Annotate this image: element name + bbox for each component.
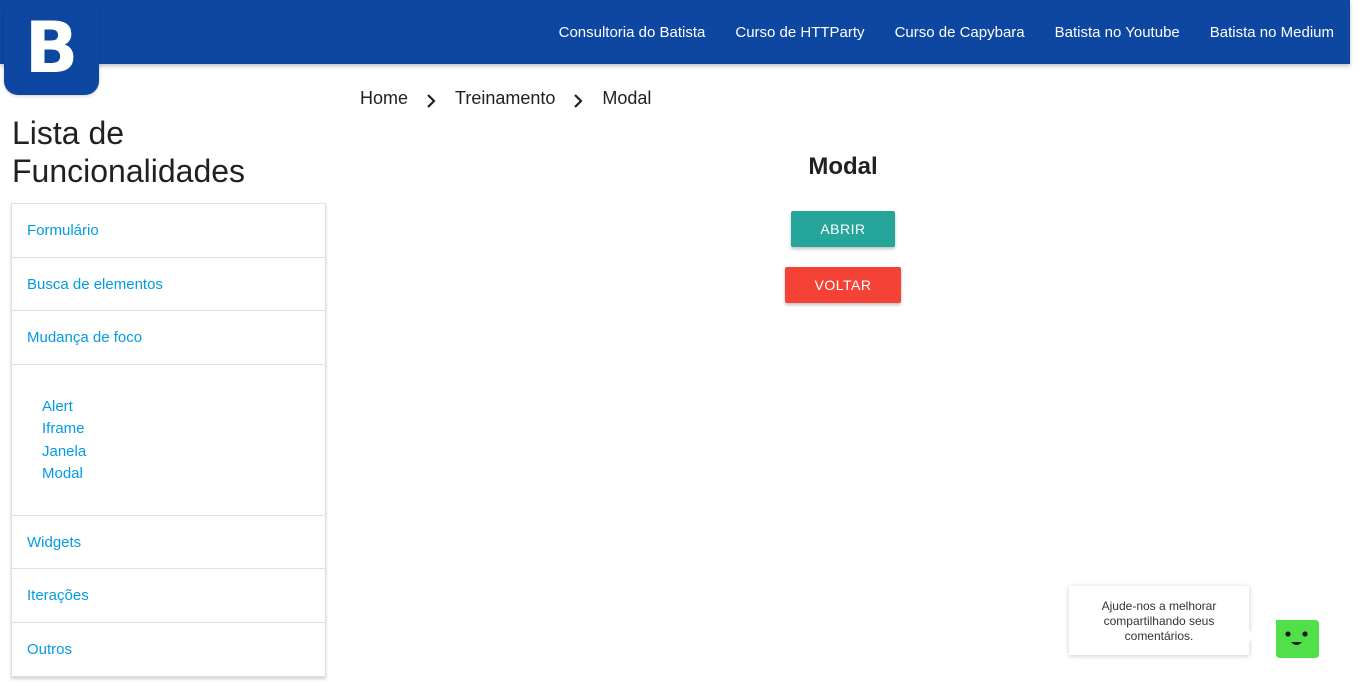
- sidebar-title: Lista de Funcionalidades: [12, 115, 246, 189]
- sidebar-item-formulario[interactable]: Formulário: [12, 204, 325, 258]
- sidebar-item-iteracoes[interactable]: Iterações: [12, 569, 325, 623]
- feedback-text-line1: Ajude-nos a melhorar: [1101, 599, 1217, 613]
- breadcrumb-treinamento[interactable]: Treinamento: [455, 88, 555, 109]
- chevron-right-icon: [555, 86, 602, 110]
- sidebar-item-busca-de-elementos[interactable]: Busca de elementos: [12, 258, 325, 311]
- nav-link-medium[interactable]: Batista no Medium: [1210, 24, 1334, 41]
- nav-link-httparty[interactable]: Curso de HTTParty: [735, 24, 864, 41]
- nav-link-capybara[interactable]: Curso de Capybara: [895, 24, 1025, 41]
- feature-list: Formulário Busca de elementos Mudança de…: [11, 203, 326, 677]
- subitem-alert[interactable]: Alert: [42, 396, 325, 419]
- feedback-bot-icon[interactable]: [1268, 618, 1320, 658]
- chevron-right-icon: [408, 86, 455, 110]
- feedback-text-line2: compartilhando seus: [1103, 614, 1215, 628]
- back-button[interactable]: VOLTAR: [785, 267, 901, 303]
- sidebar-item-widgets[interactable]: Widgets: [12, 516, 325, 569]
- brand-logo[interactable]: B: [4, 0, 99, 95]
- subitem-janela[interactable]: Janela: [42, 441, 325, 464]
- nav-links: Consultoria do Batista Curso de HTTParty…: [529, 0, 1334, 64]
- feedback-text-line3: comentários.: [1124, 629, 1194, 643]
- sidebar-item-mudanca-de-foco[interactable]: Mudança de foco: [12, 311, 325, 365]
- nav-link-consultoria[interactable]: Consultoria do Batista: [559, 24, 706, 41]
- feedback-tooltip[interactable]: Ajude-nos a melhorar compartilhando seus…: [1069, 586, 1255, 655]
- subitem-iframe[interactable]: Iframe: [42, 418, 325, 441]
- breadcrumb: Home Treinamento Modal: [360, 86, 651, 110]
- top-navbar: Consultoria do Batista Curso de HTTParty…: [0, 0, 1350, 64]
- page-title: Modal: [808, 153, 878, 180]
- breadcrumb-modal[interactable]: Modal: [602, 88, 651, 109]
- nav-link-youtube[interactable]: Batista no Youtube: [1055, 24, 1180, 41]
- logo-letter: B: [24, 6, 79, 89]
- mudanca-de-foco-submenu: Alert Iframe Janela Modal: [12, 365, 325, 516]
- subitem-modal[interactable]: Modal: [42, 463, 325, 486]
- open-modal-button[interactable]: ABRIR: [791, 211, 895, 247]
- breadcrumb-home[interactable]: Home: [360, 88, 408, 109]
- sidebar-item-outros[interactable]: Outros: [12, 623, 325, 677]
